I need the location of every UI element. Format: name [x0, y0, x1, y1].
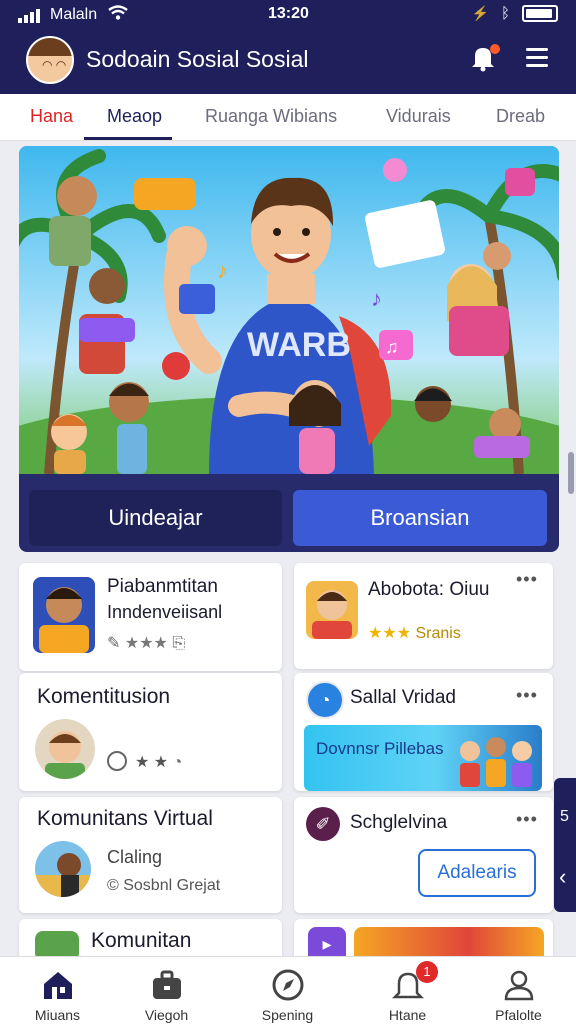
category-tabs: Hana Meaop Ruanga Wibians Vidurais Dreab [0, 94, 576, 141]
compass-icon [272, 969, 304, 1001]
person-icon [504, 970, 534, 1001]
bluetooth-icon: ᛒ [500, 5, 510, 22]
nav-label: Miuans [34, 1007, 81, 1023]
card-thumbnail [33, 577, 95, 653]
chevron-left-icon: ‹ [559, 864, 567, 889]
active-tab-indicator [84, 137, 172, 140]
card-title: Komunitan [91, 929, 192, 952]
carrier-name: Malaln [50, 6, 98, 23]
user-avatar[interactable]: ◠ ◠ [26, 36, 74, 84]
nav-item-pfalolte[interactable]: Pfalolte [461, 957, 576, 1025]
shirt-text: WARB [247, 326, 351, 364]
bell-outline-icon: ◔ [168, 754, 183, 771]
community-card-media[interactable]: ▸ [294, 919, 553, 961]
edit-icon: ✐ [306, 807, 340, 841]
battery-icon [522, 5, 558, 22]
nav-item-viegoh[interactable]: Viegoh [109, 957, 224, 1025]
app-title: Sodoain Sosial Sosial [86, 46, 309, 72]
briefcase-icon [153, 970, 181, 999]
side-drawer-tab[interactable]: 5 ‹ [554, 778, 576, 912]
app-header: ◠ ◠ Sodoain Sosial Sosial [0, 30, 576, 94]
mute-icon: ⚡ [471, 5, 489, 21]
card-title: Komunitans Virtual [37, 807, 213, 830]
more-options-icon[interactable]: ••• [516, 685, 538, 706]
card-title: Piabanmtitan [107, 576, 218, 597]
card-rating: ★★★ Sranis [368, 625, 461, 642]
community-card-komentitusion[interactable]: Komentitusion ★ ★ ◔ [19, 673, 282, 791]
community-card-abobota[interactable]: Abobota: Oiuu ★★★ Sranis ••• [294, 563, 553, 669]
more-options-icon[interactable]: ••• [516, 809, 538, 830]
uindeajar-button[interactable]: Uindeajar [29, 490, 282, 546]
side-tab-count: 5 [560, 808, 569, 825]
tab-dreab[interactable]: Dreab [496, 106, 545, 127]
community-card-piabanmtitan[interactable]: Piabanmtitan Inndenveiisanl ✎ ★★★ ⎘ [19, 563, 282, 671]
card-rating: ★ ★ ◔ [107, 751, 182, 772]
notification-badge: 1 [416, 961, 438, 983]
svg-text:♪: ♪ [217, 258, 228, 283]
nav-label: Htane [388, 1007, 427, 1023]
promo-banner[interactable]: Dovnnsr Pillebas [304, 725, 542, 791]
hamburger-menu-icon[interactable] [526, 48, 548, 72]
svg-text:♫: ♫ [385, 337, 399, 357]
svg-text:♪: ♪ [371, 286, 382, 311]
card-rating: ✎ ★★★ ⎘ [107, 635, 186, 652]
hero-card: WARB ♫ ♪ ♪ Uindeajar Broansian [19, 146, 559, 552]
hero-illustration: WARB ♫ ♪ ♪ [19, 146, 559, 474]
tab-hana[interactable]: Hana [30, 106, 73, 127]
notification-dot [490, 44, 500, 54]
nav-item-miuans[interactable]: Miuans [0, 957, 115, 1025]
community-card-komunitans-virtual[interactable]: Komunitans Virtual Claling © Sosbnl Grej… [19, 797, 282, 913]
bottom-navigation: Miuans Viegoh Spening 1 Htane Pfalolte [0, 956, 576, 1025]
group-icon: ◔ [306, 681, 344, 719]
wifi-icon [108, 5, 128, 25]
time-icon [107, 751, 127, 771]
clock-time: 13:20 [268, 5, 309, 22]
nav-item-spening[interactable]: Spening [230, 957, 345, 1025]
card-title: Komentitusion [37, 685, 171, 708]
copyright-icon: © [107, 877, 124, 894]
nav-label: Spening [261, 1007, 314, 1023]
home-icon [44, 972, 72, 999]
card-title: Schglelvina [350, 812, 448, 833]
nav-item-htane[interactable]: 1 Htane [350, 957, 465, 1025]
community-card-komunitan[interactable]: Komunitan [19, 919, 282, 961]
tab-ruanga-wibians[interactable]: Ruanga Wibians [205, 106, 337, 127]
card-thumbnail [35, 719, 95, 779]
edit-icon: ✎ [107, 635, 125, 652]
tab-meaop[interactable]: Meaop [107, 106, 162, 127]
card-thumbnail [306, 581, 358, 639]
nav-label: Pfalolte [495, 1007, 542, 1023]
card-meta: © Sosbnl Grejat [107, 877, 221, 894]
banner-illustration [460, 737, 532, 787]
card-title: Abobota: Oiuu [368, 579, 490, 600]
more-options-icon[interactable]: ••• [516, 569, 538, 590]
tab-vidurais[interactable]: Vidurais [386, 106, 451, 127]
share-icon: ⎘ [167, 635, 186, 652]
card-title: Sallal Vridad [350, 687, 456, 708]
card-subtitle: Inndenveiisanl [107, 602, 223, 622]
scroll-handle[interactable] [568, 452, 574, 494]
nav-label: Viegoh [144, 1007, 189, 1023]
banner-text: Dovnnsr Pillebas [316, 739, 444, 758]
broansian-button[interactable]: Broansian [293, 490, 547, 546]
adalearis-button[interactable]: Adalearis [418, 849, 536, 897]
signal-icon [18, 9, 40, 23]
card-thumbnail [35, 841, 91, 897]
card-subtitle: Claling [107, 847, 163, 867]
community-card-sallal-vridad[interactable]: ◔ Sallal Vridad ••• Dovnnsr Pillebas [294, 673, 553, 791]
community-card-schglelvina[interactable]: ✐ Schglelvina ••• Adalearis [294, 797, 553, 913]
status-bar: Malaln 13:20 ⚡ ᛒ [0, 0, 576, 30]
